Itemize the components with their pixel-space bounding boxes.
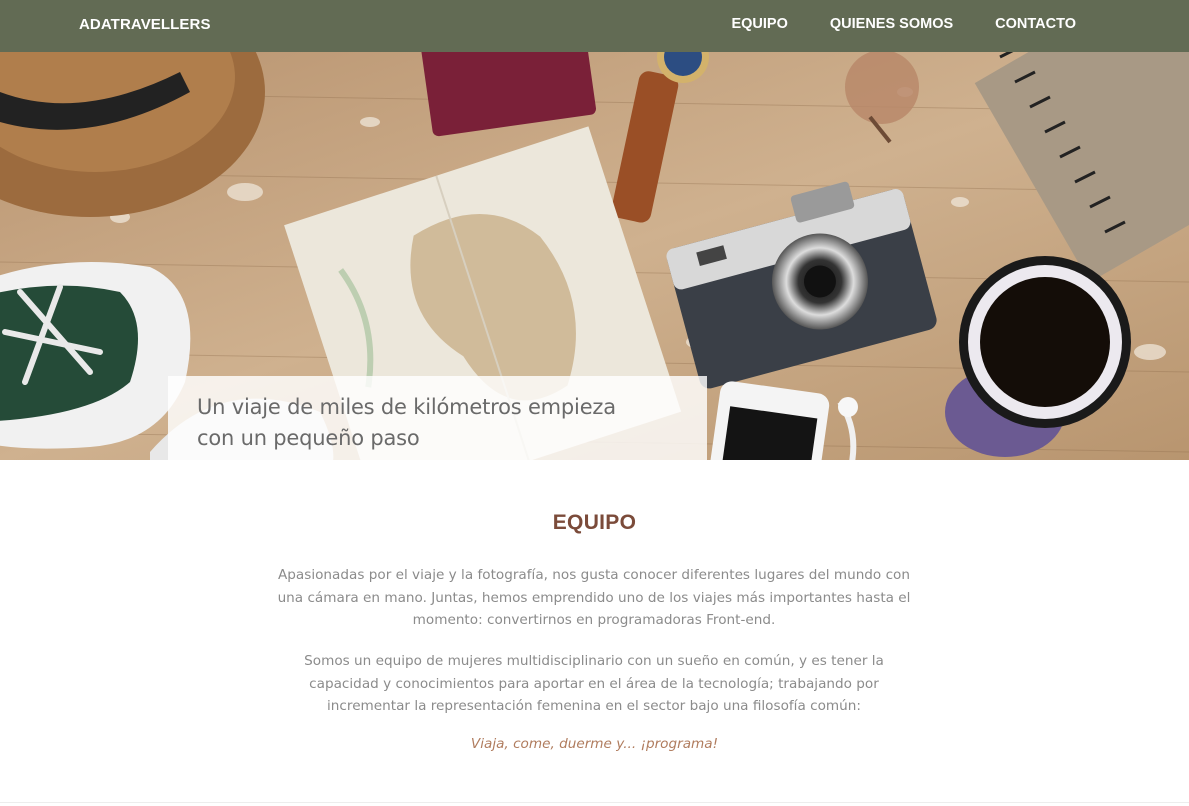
section-divider <box>0 802 1189 803</box>
nav-link-equipo[interactable]: EQUIPO <box>731 16 787 32</box>
hero-quote-line-1: Un viaje de miles de kilómetros empieza <box>197 395 616 419</box>
hero-quote-card: Un viaje de miles de kilómetros empieza … <box>168 376 707 460</box>
team-motto: Viaja, come, duerme y... ¡programa! <box>470 736 719 752</box>
nav-link-quienes-somos[interactable]: QUIENES SOMOS <box>830 16 953 32</box>
team-description-paragraph-2: Somos un equipo de mujeres multidiscipli… <box>304 653 884 714</box>
brand-logo-link[interactable]: ADATRAVELLERS <box>79 16 211 33</box>
hero-quote: Un viaje de miles de kilómetros empieza … <box>197 392 667 454</box>
nav-link-contacto[interactable]: CONTACTO <box>995 16 1076 32</box>
main-nav: EQUIPO QUIENES SOMOS CONTACTO <box>689 16 1076 32</box>
team-section-title: EQUIPO <box>552 511 637 534</box>
team-description-paragraph-1: Apasionadas por el viaje y la fotografía… <box>277 567 911 628</box>
hero-quote-line-2: con un pequeño paso <box>197 426 420 450</box>
hero-banner: Un viaje de miles de kilómetros empieza … <box>0 52 1189 460</box>
top-navbar: ADATRAVELLERS EQUIPO QUIENES SOMOS CONTA… <box>0 0 1189 52</box>
